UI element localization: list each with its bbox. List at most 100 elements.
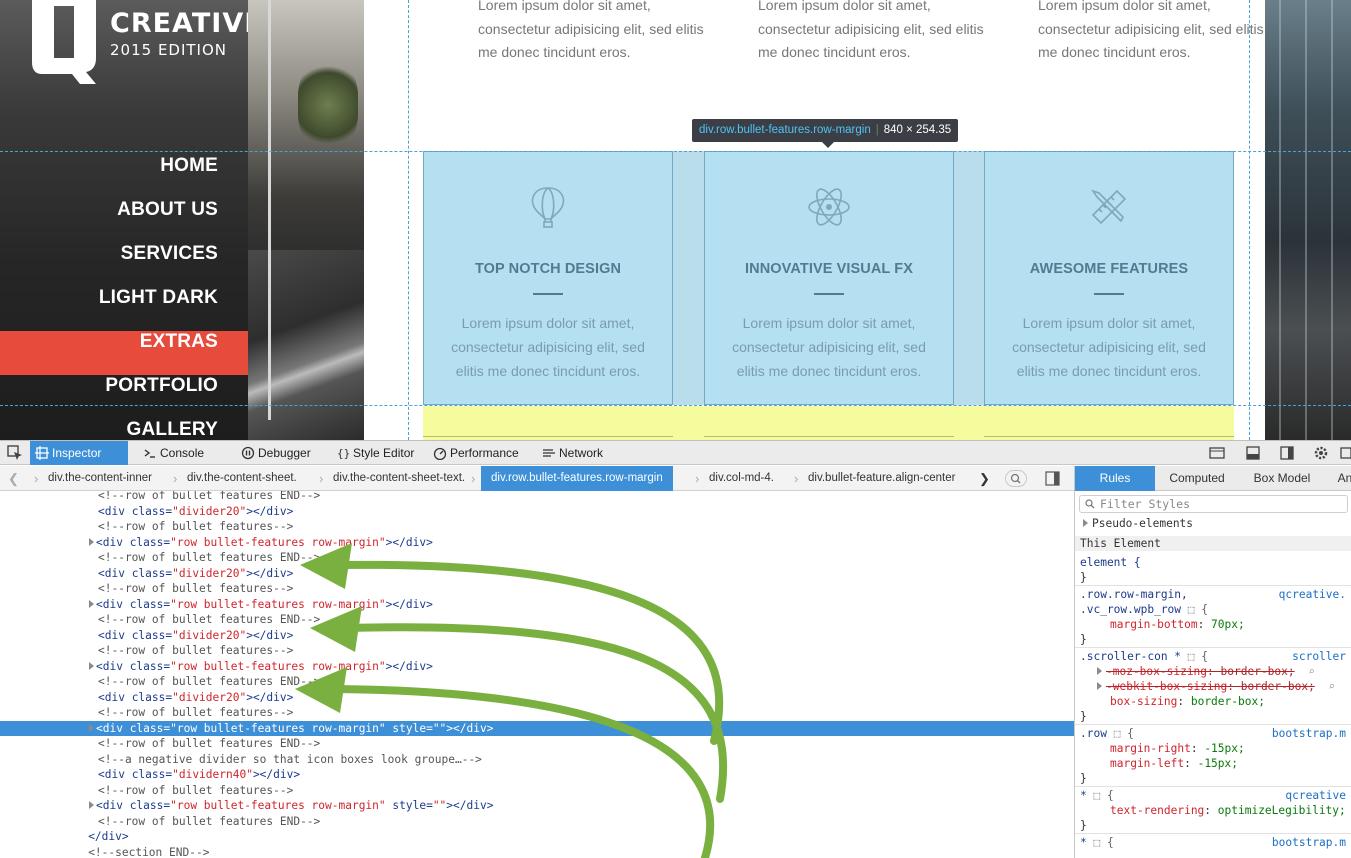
markup-comment[interactable]: <!--row of bullet features END-->: [0, 550, 1074, 566]
markup-comment[interactable]: <!--row of bullet features END-->: [0, 674, 1074, 690]
breadcrumb-item[interactable]: div.row.bullet-features.row-margin: [481, 466, 673, 491]
menu-item-home[interactable]: HOME: [0, 155, 248, 199]
rule-selector[interactable]: * ⬚ {qcreative: [1075, 788, 1351, 803]
dock-side-icon[interactable]: [1278, 444, 1296, 462]
markup-node[interactable]: <div class="divider20"></div>: [0, 504, 1074, 520]
hot-air-balloon-icon: [526, 185, 570, 229]
photo-tree: [298, 60, 358, 150]
more-icon[interactable]: [1338, 444, 1351, 462]
tab-label: Console: [160, 446, 205, 460]
sidebar-tab-rules[interactable]: Rules: [1075, 466, 1155, 491]
markup-node[interactable]: <div class="dividern40"></div>: [0, 767, 1074, 783]
breadcrumb-item[interactable]: div.col-md-4.: [709, 466, 774, 491]
search-markup-icon[interactable]: [1005, 470, 1027, 487]
css-declaration[interactable]: -moz-box-sizing: border-box; ⌕: [1075, 664, 1351, 679]
logo-q-mark: [32, 0, 96, 84]
css-declaration[interactable]: -webkit-box-sizing: border-box; ⌕: [1075, 679, 1351, 694]
property-value: border-box;: [1190, 695, 1265, 708]
markup-comment[interactable]: <!--row of bullet features END-->: [0, 612, 1074, 628]
rule-selector[interactable]: .scroller-con * ⬚ {scroller: [1075, 649, 1351, 664]
markup-comment[interactable]: <!--row of bullet features END-->: [0, 491, 1074, 504]
filter-styles-input[interactable]: Filter Styles: [1079, 495, 1348, 513]
rule-source-link[interactable]: bootstrap.m: [1272, 726, 1346, 741]
breadcrumb-separator-icon: ›: [319, 471, 324, 486]
rule-source-link[interactable]: bootstrap.m: [1272, 835, 1346, 850]
rule-selector[interactable]: element {: [1075, 555, 1351, 570]
markup-node[interactable]: <div class="row bullet-features row-marg…: [0, 720, 1074, 736]
sidebar-tab-computed[interactable]: Computed: [1155, 466, 1239, 491]
markup-comment[interactable]: </div>: [0, 829, 1074, 845]
markup-node[interactable]: <div class="row bullet-features row-marg…: [0, 659, 1074, 675]
highlighter-infobar: div.row.bullet-features.row-margin | 840 ×…: [692, 119, 959, 148]
markup-node[interactable]: <div class="row bullet-features row-marg…: [0, 597, 1074, 613]
tab-performance[interactable]: Performance: [428, 441, 527, 465]
svg-text:{}: {}: [337, 447, 350, 460]
tab-console[interactable]: Console: [138, 441, 226, 465]
expand-twisty-icon[interactable]: [89, 599, 94, 608]
rule-close-brace: }: [1080, 710, 1087, 723]
rule-source-link[interactable]: scroller: [1292, 649, 1346, 664]
menu-item-gallery[interactable]: GALLERY: [0, 419, 248, 440]
property-name: margin-bottom: [1110, 618, 1198, 631]
tab-inspector[interactable]: Inspector: [30, 441, 128, 465]
infobar-separator: |: [875, 124, 879, 136]
expand-twisty-icon[interactable]: [89, 801, 94, 809]
selector-text: .vc_row.wpb_row: [1080, 603, 1182, 616]
expand-twisty-icon[interactable]: [89, 723, 94, 732]
markup-comment[interactable]: <!--row of bullet features-->: [0, 783, 1074, 799]
markup-node[interactable]: <div class="row bullet-features row-marg…: [0, 535, 1074, 551]
top-lorem-3: Lorem ipsum dolor sit amet, consectetur …: [1038, 0, 1264, 60]
expand-twisty-icon[interactable]: [89, 537, 94, 546]
breadcrumb-item[interactable]: div.the-content-sheet.: [187, 466, 297, 491]
expand-twisty-icon[interactable]: [89, 661, 94, 670]
markup-comment[interactable]: <!--row of bullet features-->: [0, 705, 1074, 721]
markup-comment[interactable]: <!--row of bullet features-->: [0, 643, 1074, 659]
logo-wordmark: CREATIVE: [110, 8, 264, 39]
markup-node[interactable]: <div class="divider20"></div>: [0, 690, 1074, 706]
css-declaration[interactable]: margin-bottom: 70px;: [1075, 617, 1351, 632]
tab-style-editor[interactable]: {} Style Editor: [331, 441, 418, 465]
tab-debugger[interactable]: Debugger: [236, 441, 321, 465]
markup-comment[interactable]: <!--row of bullet features-->: [0, 581, 1074, 597]
dock-bottom-icon[interactable]: [1244, 444, 1262, 462]
menu-item-services[interactable]: SERVICES: [0, 243, 248, 287]
toggle-sidebar-icon[interactable]: [1045, 471, 1060, 486]
menu-item-about-us[interactable]: ABOUT US: [0, 199, 248, 243]
rule-selector[interactable]: .vc_row.wpb_row ⬚ {: [1075, 602, 1351, 617]
rule-source-link[interactable]: qcreative: [1285, 788, 1346, 803]
element-picker-icon[interactable]: [6, 444, 24, 462]
breadcrumb-scroll-left-icon[interactable]: ❮: [8, 466, 19, 491]
responsive-design-icon[interactable]: [1208, 444, 1226, 462]
markup-comment[interactable]: <!--row of bullet features END-->: [0, 736, 1074, 752]
markup-comment[interactable]: <!--row of bullet features END-->: [0, 814, 1074, 830]
menu-item-light-dark[interactable]: LIGHT DARK: [0, 287, 248, 331]
markup-comment[interactable]: <!--a negative divider so that icon boxe…: [0, 752, 1074, 768]
breadcrumb-scroll-right-icon[interactable]: ❯: [979, 466, 990, 491]
property-value: optimizeLegibility;: [1217, 804, 1346, 817]
css-declaration[interactable]: margin-left: -15px;: [1075, 756, 1351, 771]
settings-gear-icon[interactable]: [1312, 444, 1330, 462]
breadcrumb-item[interactable]: div.the-content-inner: [48, 466, 152, 491]
markup-node[interactable]: <div class="row bullet-features row-marg…: [0, 798, 1074, 814]
rule-selector[interactable]: * ⬚ {bootstrap.m: [1075, 835, 1351, 850]
breadcrumb-item[interactable]: div.bullet-feature.align-center: [808, 466, 955, 491]
css-declaration[interactable]: margin-right: -15px;: [1075, 741, 1351, 756]
css-declaration[interactable]: text-rendering: optimizeLegibility;: [1075, 803, 1351, 818]
markup-node[interactable]: <div class="divider20"></div>: [0, 566, 1074, 582]
markup-node[interactable]: <div class="divider20"></div>: [0, 628, 1074, 644]
sidebar-tab-an[interactable]: An: [1325, 466, 1351, 491]
markup-comment[interactable]: <!--row of bullet features-->: [0, 519, 1074, 535]
menu-item-portfolio[interactable]: PORTFOLIO: [0, 375, 248, 419]
rule-source-link[interactable]: qcreative.: [1279, 587, 1346, 602]
markup-comment[interactable]: <!--section END-->: [0, 845, 1074, 858]
feature-title: AWESOME FEATURES: [1029, 261, 1189, 277]
tab-network[interactable]: Network: [537, 441, 617, 465]
rule-separator: [1075, 786, 1351, 787]
css-declaration[interactable]: box-sizing: border-box;: [1075, 694, 1351, 709]
rule-selector[interactable]: .row ⬚ {bootstrap.m: [1075, 726, 1351, 741]
menu-item-extras[interactable]: EXTRAS: [0, 331, 248, 375]
pseudo-elements-toggle[interactable]: Pseudo-elements: [1075, 516, 1351, 531]
rule-selector[interactable]: .row.row-margin, qcreative.: [1075, 587, 1351, 602]
sidebar-tab-box-model[interactable]: Box Model: [1239, 466, 1325, 491]
breadcrumb-item[interactable]: div.the-content-sheet-text.: [333, 466, 465, 491]
